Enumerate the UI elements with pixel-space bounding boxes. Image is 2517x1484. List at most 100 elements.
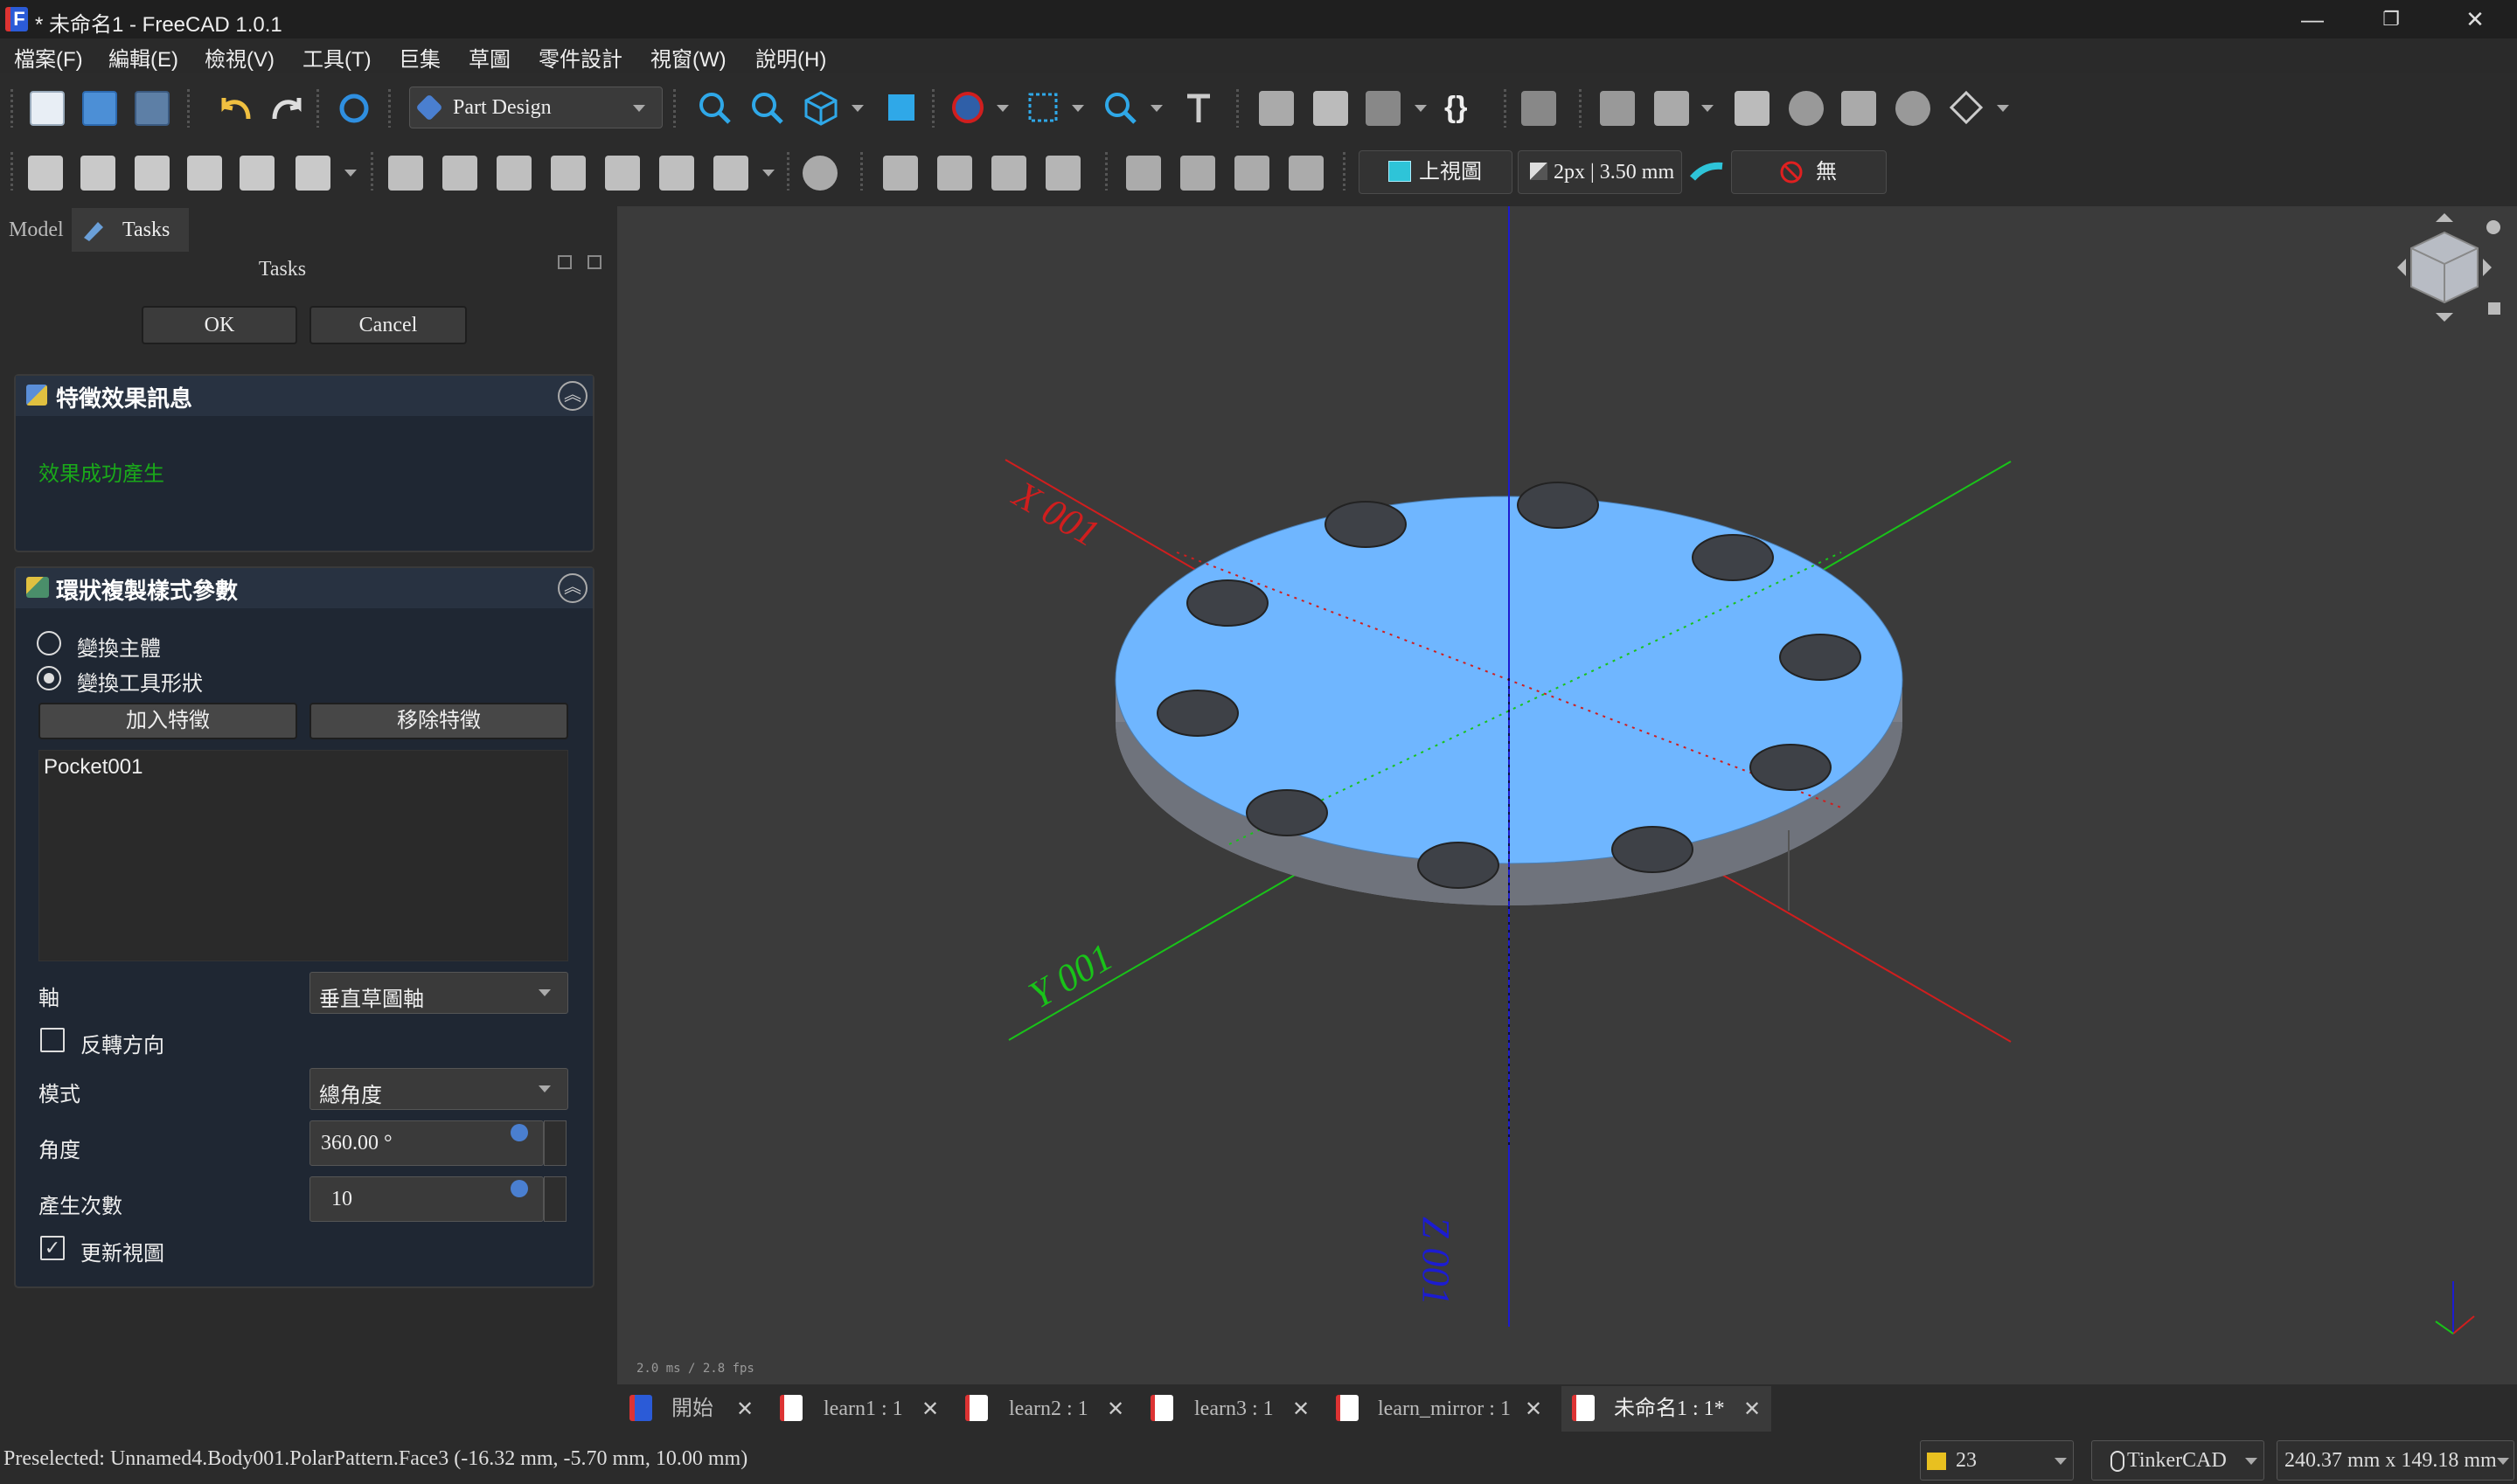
axis-select[interactable]: 垂直草圖軸 — [309, 972, 568, 1014]
measure-tool-icon[interactable] — [1179, 87, 1219, 128]
fillet-icon[interactable] — [883, 156, 918, 191]
zoom-icon[interactable] — [1100, 87, 1140, 128]
group-icon[interactable] — [1313, 91, 1348, 126]
pocket-icon[interactable] — [388, 156, 423, 191]
ok-button[interactable]: OK — [142, 306, 297, 344]
menu-sketch[interactable]: 草圖 — [469, 42, 511, 73]
mode-select[interactable]: 總角度 — [309, 1068, 568, 1110]
pad-icon[interactable] — [28, 156, 63, 191]
pick-style-icon[interactable] — [1687, 157, 1728, 189]
fit-selection-icon[interactable] — [747, 87, 787, 128]
multi-transform-icon[interactable] — [1289, 156, 1324, 191]
occurrences-input[interactable]: 10 — [309, 1176, 544, 1222]
expression-icon[interactable] — [511, 1124, 528, 1141]
polar-pattern-icon[interactable] — [1234, 156, 1269, 191]
menu-edit[interactable]: 編輯(E) — [108, 42, 178, 73]
tab-close-icon[interactable]: ✕ — [1107, 1397, 1124, 1422]
menu-windows[interactable]: 視窗(W) — [650, 42, 727, 73]
occurrences-spinner[interactable] — [544, 1176, 567, 1222]
subtractive-primitive-icon[interactable] — [713, 156, 748, 191]
chevron-down-icon[interactable] — [762, 170, 775, 177]
transform-body-radio[interactable] — [37, 631, 61, 655]
draw-style-icon[interactable] — [948, 87, 988, 128]
close-button[interactable]: ✕ — [2436, 0, 2514, 38]
datum-icon[interactable] — [1946, 87, 1986, 128]
menu-view[interactable]: 檢視(V) — [205, 42, 275, 73]
chevron-down-icon[interactable] — [1997, 105, 2009, 112]
shape-binder-icon[interactable] — [1654, 91, 1689, 126]
update-view-checkbox[interactable]: ✓ — [40, 1236, 65, 1260]
robot-icon[interactable] — [1895, 91, 1930, 126]
collapse-icon[interactable]: ︽ — [558, 573, 588, 603]
chevron-down-icon[interactable] — [1415, 105, 1427, 112]
isometric-view-icon[interactable] — [801, 87, 841, 128]
loft-icon[interactable] — [135, 156, 170, 191]
collapse-icon[interactable]: ︽ — [558, 381, 588, 411]
tab-close-icon[interactable]: ✕ — [921, 1397, 939, 1422]
subtractive-loft-icon[interactable] — [551, 156, 586, 191]
tab-model[interactable]: Model — [0, 208, 72, 252]
fit-all-icon[interactable] — [694, 87, 734, 128]
expression-icon[interactable]: {} — [1444, 91, 1467, 125]
box-selection-icon[interactable] — [1023, 87, 1063, 128]
chevron-down-icon[interactable] — [1151, 105, 1163, 112]
remove-feature-button[interactable]: 移除特徵 — [309, 703, 568, 739]
part-icon[interactable] — [1259, 91, 1294, 126]
save-icon[interactable] — [135, 91, 170, 126]
whats-this-icon[interactable] — [1521, 91, 1556, 126]
menu-file[interactable]: 檔案(F) — [14, 42, 83, 73]
revolution-icon[interactable] — [80, 156, 115, 191]
open-document-icon[interactable] — [82, 91, 117, 126]
menu-macro[interactable]: 巨集 — [399, 42, 441, 73]
dimensions-display[interactable]: 240.37 mm x 149.18 mm — [2277, 1440, 2514, 1481]
minimize-button[interactable]: — — [2273, 0, 2352, 38]
clone-icon[interactable] — [1735, 91, 1770, 126]
new-document-icon[interactable] — [30, 91, 65, 126]
chamfer-icon[interactable] — [937, 156, 972, 191]
float-icon[interactable] — [558, 255, 572, 269]
person-icon[interactable] — [1789, 91, 1824, 126]
3d-scene[interactable] — [617, 206, 2517, 1384]
additive-primitive-icon[interactable] — [296, 156, 330, 191]
refresh-icon[interactable] — [334, 89, 374, 128]
helix-icon[interactable] — [240, 156, 275, 191]
transform-tool-shapes-radio[interactable] — [37, 666, 61, 690]
groove-icon[interactable] — [497, 156, 532, 191]
restore-button[interactable]: ❐ — [2352, 0, 2430, 38]
subtractive-pipe-icon[interactable] — [605, 156, 640, 191]
chevron-down-icon[interactable] — [852, 105, 864, 112]
pipe-icon[interactable] — [187, 156, 222, 191]
cancel-button[interactable]: Cancel — [309, 306, 467, 344]
draft-icon[interactable] — [991, 156, 1026, 191]
view-preset-button[interactable]: 上視圖 — [1359, 150, 1512, 194]
menu-part-design[interactable]: 零件設計 — [539, 42, 622, 73]
chevron-down-icon[interactable] — [344, 170, 357, 177]
menu-help[interactable]: 說明(H) — [755, 42, 826, 73]
tab-learn-mirror[interactable]: learn_mirror : 1 — [1325, 1386, 1556, 1432]
link-icon[interactable] — [1366, 91, 1401, 126]
hole-icon[interactable] — [442, 156, 477, 191]
chevron-down-icon[interactable] — [997, 105, 1009, 112]
undo-icon[interactable] — [213, 89, 257, 128]
menu-tools[interactable]: 工具(T) — [302, 42, 372, 73]
clip-none-button[interactable]: 無 — [1731, 150, 1887, 194]
angle-spinner[interactable] — [544, 1120, 567, 1166]
linear-pattern-icon[interactable] — [1180, 156, 1215, 191]
tab-close-icon[interactable]: ✕ — [1292, 1397, 1310, 1422]
redo-icon[interactable] — [266, 89, 309, 128]
body-icon[interactable] — [1600, 91, 1635, 126]
angle-input[interactable]: 360.00 ° — [309, 1120, 544, 1166]
list-item[interactable]: Pocket001 — [44, 755, 143, 780]
add-feature-button[interactable]: 加入特徵 — [38, 703, 297, 739]
boolean-icon[interactable] — [803, 156, 838, 191]
tab-close-icon[interactable]: ✕ — [1743, 1397, 1761, 1422]
tab-close-icon[interactable]: ✕ — [736, 1397, 754, 1422]
chevron-down-icon[interactable] — [1072, 105, 1084, 112]
reverse-direction-checkbox[interactable] — [40, 1028, 65, 1052]
thickness-icon[interactable] — [1046, 156, 1081, 191]
expression-icon[interactable] — [511, 1180, 528, 1197]
tab-close-icon[interactable]: ✕ — [1525, 1397, 1542, 1422]
puzzle-icon[interactable] — [1841, 91, 1876, 126]
close-panel-icon[interactable] — [588, 255, 601, 269]
chevron-down-icon[interactable] — [1701, 105, 1714, 112]
